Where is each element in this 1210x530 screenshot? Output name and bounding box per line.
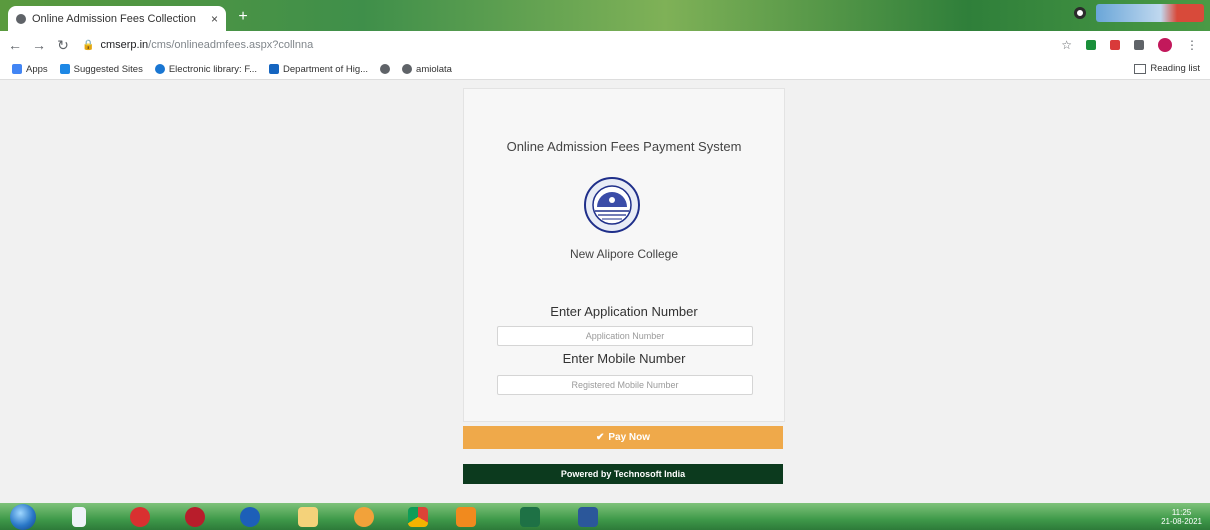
bookmark-label: Suggested Sites (73, 63, 143, 75)
media-icon[interactable] (354, 507, 374, 527)
window-buttons[interactable] (1096, 4, 1204, 22)
address-bar[interactable]: 🔒 cmserp.in/cms/onlineadmfees.aspx?colln… (82, 35, 1061, 55)
reading-list-label: Reading list (1150, 63, 1200, 74)
bookmark-department[interactable]: Department of Hig... (269, 64, 368, 75)
globe-icon (380, 64, 391, 74)
vlc-icon[interactable] (456, 507, 476, 527)
department-icon (269, 64, 280, 74)
windows-taskbar: 11:25 21-08-2021 (0, 503, 1210, 530)
system-title: Online Admission Fees Payment System (506, 139, 742, 154)
back-icon[interactable]: ← (6, 37, 24, 53)
tab-favicon-icon (16, 13, 26, 24)
excel-icon[interactable] (520, 507, 540, 527)
powered-by-text: Powered by Technosoft India (560, 469, 686, 479)
bookmark-amiolata[interactable]: amiolata (402, 64, 452, 75)
word-icon[interactable] (578, 507, 598, 527)
browser-icon[interactable] (240, 507, 260, 527)
bookmark-label: amiolata (416, 63, 452, 75)
bookmark-label: Apps (26, 63, 48, 75)
application-number-input[interactable] (497, 326, 753, 346)
bookmark-suggested-sites[interactable]: Suggested Sites (59, 63, 143, 75)
opera-icon[interactable] (130, 507, 150, 527)
chrome-icon[interactable] (408, 507, 428, 527)
college-logo-icon (584, 177, 640, 233)
bookmark-label: Department of Hig... (283, 63, 369, 75)
menu-kebab-icon[interactable]: ⋮ (1186, 38, 1198, 52)
extensions-puzzle-icon[interactable] (1134, 40, 1144, 50)
url-path: /cms/onlineadmfees.aspx?collnna (148, 39, 314, 51)
pay-now-button[interactable]: ✔ Pay Now (463, 426, 783, 449)
window-controls (1074, 4, 1204, 22)
reading-list-icon (1134, 63, 1147, 74)
browser-account-icon[interactable] (1074, 7, 1086, 19)
media-player-icon[interactable] (185, 507, 205, 527)
url-host: cmserp.in (100, 39, 149, 51)
application-number-label: Enter Application Number (550, 304, 698, 319)
lock-icon: 🔒 (82, 39, 95, 51)
tab-title: Online Admission Fees Collection (32, 12, 196, 25)
clock-time: 11:25 (1171, 508, 1192, 517)
bookmark-apps[interactable]: Apps (12, 64, 48, 75)
tab-close-icon[interactable]: × (211, 12, 218, 26)
clock-date: 21-08-2021 (1161, 517, 1202, 526)
bookmark-label: Electronic library: F... (168, 63, 258, 75)
start-button-icon[interactable] (10, 504, 36, 530)
new-tab-icon[interactable]: + (232, 9, 254, 25)
browser-toolbar: ← → ↻ 🔒 cmserp.in/cms/onlineadmfees.aspx… (0, 31, 1210, 59)
pay-now-label: Pay Now (608, 432, 651, 443)
file-icon[interactable] (72, 507, 86, 527)
extension-icon[interactable] (1110, 40, 1120, 50)
bookmark-globe[interactable] (380, 64, 391, 74)
bookmarks-bar: Apps Suggested Sites Electronic library:… (0, 59, 1210, 80)
reading-list[interactable]: Reading list (1134, 63, 1200, 74)
mobile-number-label: Enter Mobile Number (562, 351, 686, 366)
globe-icon (154, 64, 165, 74)
college-name: New Alipore College (569, 247, 679, 261)
extension-icon[interactable] (1086, 40, 1096, 50)
mobile-number-input[interactable] (497, 375, 753, 395)
bookmark-star-icon[interactable]: ☆ (1061, 38, 1072, 52)
payment-form-card: Online Admission Fees Payment System New… (463, 88, 785, 422)
globe-icon (402, 64, 413, 74)
reload-icon[interactable]: ↻ (54, 37, 72, 54)
browser-tab-strip: Online Admission Fees Collection × + (0, 0, 1210, 31)
bookmark-electronic-library[interactable]: Electronic library: F... (154, 63, 258, 75)
profile-avatar-icon[interactable] (1158, 38, 1172, 52)
folder-icon[interactable] (298, 507, 318, 527)
suggested-sites-icon (59, 64, 70, 74)
powered-by-footer: Powered by Technosoft India (463, 464, 783, 484)
apps-grid-icon (12, 64, 22, 74)
forward-icon[interactable]: → (30, 37, 48, 53)
check-icon: ✔ (595, 432, 605, 443)
browser-tab[interactable]: Online Admission Fees Collection × (8, 6, 226, 31)
system-clock[interactable]: 11:25 21-08-2021 (1161, 508, 1202, 526)
